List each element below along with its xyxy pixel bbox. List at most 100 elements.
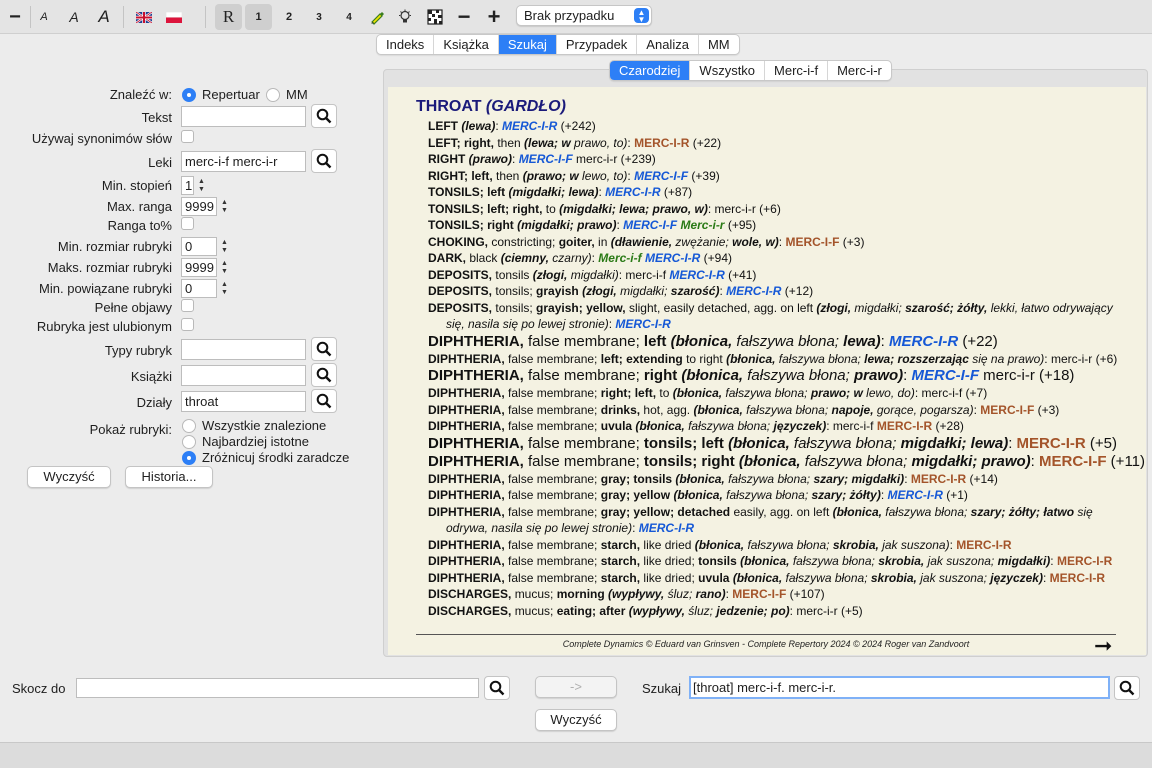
remedy-link[interactable]: MERC-I-F [732,587,786,601]
level-4-button[interactable]: 4 [336,4,362,30]
rubric-row[interactable]: DISCHARGES, mucus; morning (wypływy, ślu… [416,586,1126,603]
subtab-czarodziej[interactable]: Czarodziej [610,61,691,80]
show-all-radio[interactable] [182,419,196,433]
case-select[interactable]: Brak przypadku ▲ ▼ [516,5,652,26]
rubric-row[interactable]: TONSILS; left; right, to (migdałki; lewa… [416,201,1126,218]
rubric-types-search-button[interactable] [311,337,337,361]
remedy-link[interactable]: MERC-I-R [1057,554,1112,568]
level-1-button[interactable]: 1 [245,4,272,30]
remedy-link[interactable]: MERC-I-R [726,284,781,298]
rubric-row[interactable]: DIPHTHERIA, false membrane; tonsils; rig… [416,453,1145,471]
books-input[interactable] [181,365,306,386]
rubric-row[interactable]: DIPHTHERIA, false membrane; starch, like… [416,553,1126,570]
grid-icon[interactable] [424,4,446,30]
minus-icon[interactable]: − [453,4,475,30]
font-small-icon[interactable]: A [34,4,54,30]
min-rubric-size-input[interactable]: 0 [181,237,217,256]
subtab-merc-i-f[interactable]: Merc-i-f [765,61,829,80]
remedies-input[interactable]: merc-i-f merc-i-r [181,151,306,172]
synonyms-checkbox[interactable] [181,130,194,143]
mode-r-button[interactable]: R [215,4,242,30]
remedy-link[interactable]: MERC-I-R [645,251,700,265]
min-degree-stepper[interactable]: ▲ ▼ [196,176,207,195]
jump-to-input[interactable] [76,678,479,698]
subtab-wszystko[interactable]: Wszystko [690,61,766,80]
rubric-row[interactable]: DIPHTHERIA, false membrane; starch, like… [416,570,1126,587]
rubric-row[interactable]: DARK, black (ciemny, czarny): Merc-i-f M… [416,250,1126,267]
remedy-link[interactable]: MERC-I-R [634,136,689,150]
remedy-link[interactable]: MERC-I-R [1050,571,1105,585]
show-differentiate-radio[interactable] [182,451,196,465]
rubric-row[interactable]: LEFT (lewa): MERC-I-R (+242) [416,118,1126,135]
history-button[interactable]: Historia... [125,466,213,488]
rank-pct-checkbox[interactable] [181,217,194,230]
jump-to-search-button[interactable] [484,676,510,700]
remedy-link[interactable]: MERC-I-R [669,268,724,282]
min-rubric-size-stepper[interactable]: ▲ ▼ [219,237,230,256]
rubric-row[interactable]: DIPHTHERIA, false membrane; tonsils; lef… [416,435,1126,453]
show-relevant-radio[interactable] [182,435,196,449]
books-search-button[interactable] [311,363,337,387]
remedy-link[interactable]: MERC-I-F [634,169,688,183]
remedy-link[interactable]: MERC-I-R [605,185,660,199]
rubric-row[interactable]: DEPOSITS, tonsils; grayish (złogi, migda… [416,283,1126,300]
text-input[interactable] [181,106,306,127]
tab-książka[interactable]: Książka [434,35,499,54]
find-in-mm-radio[interactable] [266,88,280,102]
rubric-row[interactable]: DIPHTHERIA, false membrane; gray; tonsil… [416,471,1126,488]
rubric-row[interactable]: RIGHT (prawo): MERC-I-F merc-i-r (+239) [416,151,1126,168]
font-medium-icon[interactable]: A [64,4,84,30]
remedies-search-button[interactable] [311,149,337,173]
remedy-link[interactable]: MERC-I-R [502,119,557,133]
remedy-link[interactable]: MERC-I-R [877,419,932,433]
plus-icon[interactable]: + [483,4,505,30]
max-rank-stepper[interactable]: ▲ ▼ [219,197,230,216]
full-symptoms-checkbox[interactable] [181,299,194,312]
arrow-button[interactable]: -> [535,676,617,698]
zoom-out-icon[interactable]: − [4,4,26,30]
tab-mm[interactable]: MM [699,35,739,54]
next-arrow-icon[interactable]: ➞ [1094,635,1112,656]
remedy-link[interactable]: MERC-I-F [785,235,839,249]
remedy-link[interactable]: MERC-I-R [911,472,966,486]
rubric-row[interactable]: DIPHTHERIA, false membrane; drinks, hot,… [416,402,1126,419]
remedy-link[interactable]: MERC-I-F [980,403,1034,417]
rubric-row[interactable]: DISCHARGES, mucus; eating; after (wypływ… [416,603,1126,620]
remedy-link[interactable]: MERC-I-R [615,317,670,331]
tab-przypadek[interactable]: Przypadek [557,35,638,54]
rubric-row[interactable]: DIPHTHERIA, false membrane; left (błonic… [416,333,1126,351]
search-input[interactable]: [throat] merc-i-f. merc-i-r. [689,676,1110,699]
remedy-link[interactable]: Merc-i-f [598,251,641,265]
flag-uk-icon[interactable] [134,4,154,30]
flag-pl-icon[interactable] [164,4,184,30]
remedy-link[interactable]: MERC-I-R [889,333,958,350]
bottom-clear-button[interactable]: Wyczyść [535,709,617,731]
rubric-row[interactable]: DIPHTHERIA, false membrane; left; extend… [416,351,1126,368]
level-2-button[interactable]: 2 [276,4,302,30]
rubric-row[interactable]: DIPHTHERIA, false membrane; starch, like… [416,537,1126,554]
font-large-icon[interactable]: A [94,4,114,30]
rubric-row[interactable]: TONSILS; right (migdałki; prawo): MERC-I… [416,217,1126,234]
remedy-link[interactable]: MERC-I-F [623,218,677,232]
rubric-row[interactable]: DIPHTHERIA, false membrane; right; left,… [416,385,1126,402]
remedy-link[interactable]: MERC-I-F [519,152,573,166]
max-rubric-size-stepper[interactable]: ▲ ▼ [219,258,230,277]
rubric-row[interactable]: CHOKING, constricting; goiter, in (dławi… [416,234,1126,251]
text-search-button[interactable] [311,104,337,128]
rubric-types-input[interactable] [181,339,306,360]
remedy-link[interactable]: MERC-I-F [1039,453,1107,470]
search-button[interactable] [1114,676,1140,700]
remedy-link[interactable]: MERC-I-R [888,488,943,502]
min-related-stepper[interactable]: ▲ ▼ [219,279,230,298]
max-rank-input[interactable]: 9999 [181,197,217,216]
find-in-repertory-radio[interactable] [182,88,196,102]
favorite-checkbox[interactable] [181,318,194,331]
rubric-row[interactable]: RIGHT; left, then (prawo; w lewo, to): M… [416,168,1126,185]
max-rubric-size-input[interactable]: 9999 [181,258,217,277]
min-degree-input[interactable]: 1 [181,176,194,195]
tab-szukaj[interactable]: Szukaj [498,35,557,54]
clear-button[interactable]: Wyczyść [27,466,111,488]
rubric-row[interactable]: TONSILS; left (migdałki; lewa): MERC-I-R… [416,184,1126,201]
bulb-icon[interactable] [394,4,416,30]
rubric-row[interactable]: DIPHTHERIA, false membrane; uvula (błoni… [416,418,1126,435]
